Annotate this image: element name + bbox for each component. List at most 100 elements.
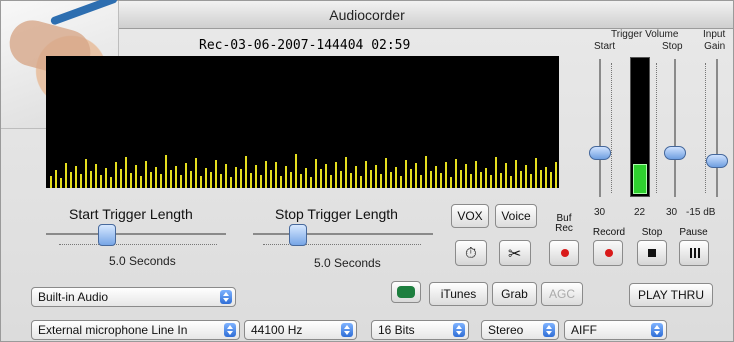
waveform-bar [230,177,232,188]
waveform-bar [190,171,192,188]
waveform-bar [170,170,172,188]
waveform-bar [285,166,287,188]
play-thru-button[interactable]: PLAY THRU [629,283,713,307]
recording-time: 02:59 [371,38,411,53]
format-select[interactable]: AIFF [564,320,667,340]
channels-select[interactable]: Stereo [481,320,559,340]
voice-button[interactable]: Voice [495,204,537,228]
channels-select-value: Stereo [488,323,524,337]
start-volume-ticks [611,63,618,193]
waveform-bar [120,169,122,188]
trigger-volume-title: Trigger Volume [611,29,679,40]
waveform-bar [515,160,517,188]
waveform-bar [55,170,57,188]
waveform-bar [155,167,157,188]
bits-select[interactable]: 16 Bits [371,320,469,340]
itunes-button[interactable]: iTunes [429,282,488,306]
record-dot-icon [605,249,613,257]
waveform-bar [470,174,472,188]
waveform-bar [290,172,292,188]
audiocorder-window: Audiocorder Rec-03-06-2007-144404 02:59 … [0,0,734,342]
waveform-bar [205,168,207,188]
waveform-bar [110,177,112,188]
waveform-bar [330,175,332,188]
stop-trigger-ticks [263,244,421,250]
source-select[interactable]: External microphone Line In [31,320,240,340]
stop-volume-slider[interactable] [674,59,676,197]
vox-button[interactable]: VOX [451,204,489,228]
recording-name: Rec-03-06-2007-144404 [199,38,364,53]
waveform-bar [105,168,107,188]
stop-button[interactable] [637,240,667,266]
bits-select-arrow-icon [453,323,465,337]
buf-rec-label: Buf Rec [555,213,573,234]
trigger-start-label: Start [594,41,616,52]
waveform-bar [80,174,82,188]
scissors-icon: ✂ [508,244,522,263]
waveform-bar [525,165,527,188]
input-gain-knob[interactable] [706,154,728,168]
input-gain-slider[interactable] [716,59,718,197]
start-trigger-ticks [59,244,217,250]
start-trigger-slider[interactable] [46,233,226,235]
waveform-bar [325,164,327,188]
start-volume-slider[interactable] [599,59,601,197]
waveform-bar [385,158,387,188]
start-volume-knob[interactable] [589,146,611,160]
grab-button[interactable]: Grab [492,282,537,306]
waveform-bar [535,158,537,188]
timer-button[interactable]: ⏱ [455,240,487,266]
input-level-fill [633,164,647,194]
stop-trigger-knob[interactable] [289,224,307,246]
waveform-bar [425,156,427,188]
waveform-bar [365,161,367,188]
waveform-bar [295,154,297,188]
waveform-bar [100,175,102,188]
waveform-bar [210,172,212,188]
waveform-bar [350,173,352,188]
scissors-button[interactable]: ✂ [499,240,531,266]
start-trigger-knob[interactable] [98,224,116,246]
waveform-bar [265,161,267,188]
waveform-bar [200,176,202,188]
buffer-record-button[interactable] [549,240,579,266]
waveform-bar [115,162,117,188]
agc-button[interactable]: AGC [541,282,583,306]
waveform-bar [400,176,402,188]
device-select[interactable]: Built-in Audio [31,287,236,307]
pause-button[interactable] [679,240,709,266]
record-button[interactable] [593,240,623,266]
stop-trigger-value: 5.0 Seconds [314,256,381,270]
waveform-bar [245,156,247,188]
waveform-bar [125,157,127,188]
waveform-bar [440,173,442,188]
stop-trigger-slider[interactable] [253,233,433,235]
trigger-stop-label: Stop [662,41,683,52]
stop-volume-knob[interactable] [664,146,686,160]
start-trigger-length-label: Start Trigger Length [69,206,193,222]
waveform-bar [485,168,487,188]
waveform-bar [340,171,342,188]
waveform-bar [495,157,497,188]
stop-trigger-length-label: Stop Trigger Length [275,206,398,222]
phone-icon [397,286,415,298]
pause-icon [690,248,700,258]
waveform-bar [280,176,282,188]
rate-select[interactable]: 44100 Hz [244,320,357,340]
waveform-bar [490,175,492,188]
stop-volume-ticks [656,63,663,193]
rate-select-value: 44100 Hz [251,323,303,337]
waveform-bar [85,159,87,188]
record-dot-icon [561,249,569,257]
waveform-bar [165,155,167,188]
waveform-bar [160,174,162,188]
waveform-bar [185,163,187,188]
bits-select-value: 16 Bits [378,323,415,337]
input-gain-label: Input Gain [703,29,726,52]
waveform-bar [345,157,347,188]
timer-icon: ⏱ [465,244,477,262]
phone-button[interactable] [391,281,421,303]
waveform-bar [435,166,437,188]
waveform-bar [420,175,422,188]
waveform-bar [415,163,417,188]
